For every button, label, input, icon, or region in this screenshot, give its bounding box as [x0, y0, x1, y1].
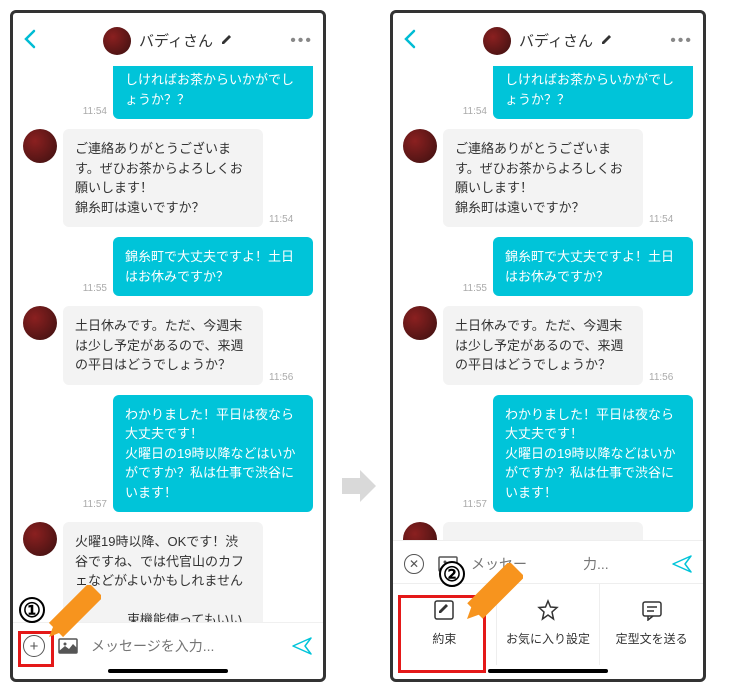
avatar[interactable] — [103, 27, 131, 55]
template-icon — [640, 598, 664, 622]
message-row: 火曜19時以降、OKです！渋谷ですね、では代官山のカフェなどがよいかもしれません… — [23, 522, 313, 622]
close-icon: ✕ — [404, 554, 424, 574]
avatar[interactable] — [403, 306, 437, 340]
message-bubble-other: 土日休みです。ただ、今週末は少し予定があるので、来週の平日はどうでしょうか？ — [63, 306, 263, 385]
message-row: ご連絡ありがとうございます。ぜひお茶からよろしくお願いします！ 錦糸町は遠いです… — [403, 129, 693, 227]
message-input[interactable] — [471, 556, 659, 572]
transition-arrow — [338, 466, 378, 506]
action-label: お気に入り設定 — [506, 630, 590, 647]
action-label: 定型文を送る — [616, 630, 688, 647]
chat-header: バディさん ••• — [393, 13, 703, 66]
annotation-number: ① — [19, 597, 45, 623]
message-time: 11:55 — [463, 283, 487, 294]
contact-name: バディさん — [519, 30, 593, 51]
message-bubble-other: ご連絡ありがとうございます。ぜひお茶からよろしくお願いします！ 錦糸町は遠いです… — [443, 129, 643, 227]
message-time: 11:57 — [83, 499, 107, 510]
message-row: 土日休みです。ただ、今週末は少し予定があるので、来週の平日はどうでしょうか？ 1… — [23, 306, 313, 385]
back-button[interactable] — [23, 25, 43, 56]
message-time: 11:56 — [269, 372, 293, 383]
message-time: 11:55 — [83, 283, 107, 294]
message-time: 11:54 — [649, 214, 673, 225]
action-favorite[interactable]: お気に入り設定 — [497, 584, 601, 665]
message-bubble-other: ご連絡ありがとうございます。ぜひお茶からよろしくお願いします！ 錦糸町は遠いです… — [63, 129, 263, 227]
message-time: 11:56 — [649, 372, 673, 383]
more-button[interactable]: ••• — [290, 32, 313, 50]
send-button[interactable] — [671, 553, 693, 575]
phone-screen-before: バディさん ••• 11:54 しければお茶からいかがでしょうか？？ ご連絡あり… — [10, 10, 326, 682]
avatar[interactable] — [483, 27, 511, 55]
message-time: 11:54 — [463, 106, 487, 117]
message-bubble-mine: しければお茶からいかがでしょうか？？ — [113, 66, 313, 119]
phone-screen-after: バディさん ••• 11:54 しければお茶からいかがでしょうか？？ ご連絡あり… — [390, 10, 706, 682]
message-input[interactable] — [91, 638, 279, 654]
close-button[interactable]: ✕ — [403, 553, 425, 575]
message-bubble-mine: わかりました！平日は夜なら大丈夫です！ 火曜日の19時以降などはいかがですか？私… — [113, 395, 313, 513]
message-input-bar: + — [13, 622, 323, 665]
contact-name: バディさん — [139, 30, 213, 51]
chat-header: バディさん ••• — [13, 13, 323, 66]
message-row: 火曜19時以降、OKです！渋谷ですね、では代官山のカフェなど… — [403, 522, 693, 540]
action-template[interactable]: 定型文を送る — [600, 584, 703, 665]
avatar[interactable] — [23, 306, 57, 340]
chat-messages[interactable]: 11:54 しければお茶からいかがでしょうか？？ ご連絡ありがとうございます。ぜ… — [13, 66, 323, 622]
message-row: ご連絡ありがとうございます。ぜひお茶からよろしくお願いします！ 錦糸町は遠いです… — [23, 129, 313, 227]
star-icon — [536, 598, 560, 622]
avatar[interactable] — [403, 129, 437, 163]
message-row: 土日休みです。ただ、今週末は少し予定があるので、来週の平日はどうでしょうか？ 1… — [403, 306, 693, 385]
message-bubble-other: 火曜19時以降、OKです！渋谷ですね、では代官山のカフェなど… — [443, 522, 643, 540]
message-bubble-other: 火曜19時以降、OKです！渋谷ですね、では代官山のカフェなどがよいかもしれません… — [63, 522, 263, 622]
image-button[interactable] — [57, 635, 79, 657]
more-button[interactable]: ••• — [670, 32, 693, 50]
avatar[interactable] — [403, 522, 437, 540]
annotation-highlight-box — [18, 631, 54, 667]
home-indicator — [488, 669, 608, 673]
message-row: 11:54 しければお茶からいかがでしょうか？？ — [403, 66, 693, 119]
message-time: 11:57 — [463, 499, 487, 510]
message-bubble-mine: 錦糸町で大丈夫ですよ！土日はお休みですか？ — [113, 237, 313, 296]
header-title-group: バディさん — [483, 27, 613, 55]
annotation-number: ② — [439, 561, 465, 587]
back-button[interactable] — [403, 25, 423, 56]
edit-icon[interactable] — [221, 33, 233, 48]
edit-icon[interactable] — [601, 33, 613, 48]
message-row: 11:57 わかりました！平日は夜なら大丈夫です！ 火曜日の19時以降などはいか… — [403, 395, 693, 513]
message-row: 11:55 錦糸町で大丈夫ですよ！土日はお休みですか？ — [23, 237, 313, 296]
header-title-group: バディさん — [103, 27, 233, 55]
message-row: 11:57 わかりました！平日は夜なら大丈夫です！ 火曜日の19時以降などはいか… — [23, 395, 313, 513]
message-row: 11:55 錦糸町で大丈夫ですよ！土日はお休みですか？ — [403, 237, 693, 296]
message-bubble-other: 土日休みです。ただ、今週末は少し予定があるので、来週の平日はどうでしょうか？ — [443, 306, 643, 385]
annotation-highlight-box — [398, 595, 486, 673]
avatar[interactable] — [23, 522, 57, 556]
message-row: 11:54 しければお茶からいかがでしょうか？？ — [23, 66, 313, 119]
message-bubble-mine: わかりました！平日は夜なら大丈夫です！ 火曜日の19時以降などはいかがですか？私… — [493, 395, 693, 513]
message-bubble-mine: しければお茶からいかがでしょうか？？ — [493, 66, 693, 119]
avatar[interactable] — [23, 129, 57, 163]
home-indicator — [108, 669, 228, 673]
chat-messages[interactable]: 11:54 しければお茶からいかがでしょうか？？ ご連絡ありがとうございます。ぜ… — [393, 66, 703, 540]
message-bubble-mine: 錦糸町で大丈夫ですよ！土日はお休みですか？ — [493, 237, 693, 296]
message-time: 11:54 — [269, 214, 293, 225]
send-button[interactable] — [291, 635, 313, 657]
message-time: 11:54 — [83, 106, 107, 117]
